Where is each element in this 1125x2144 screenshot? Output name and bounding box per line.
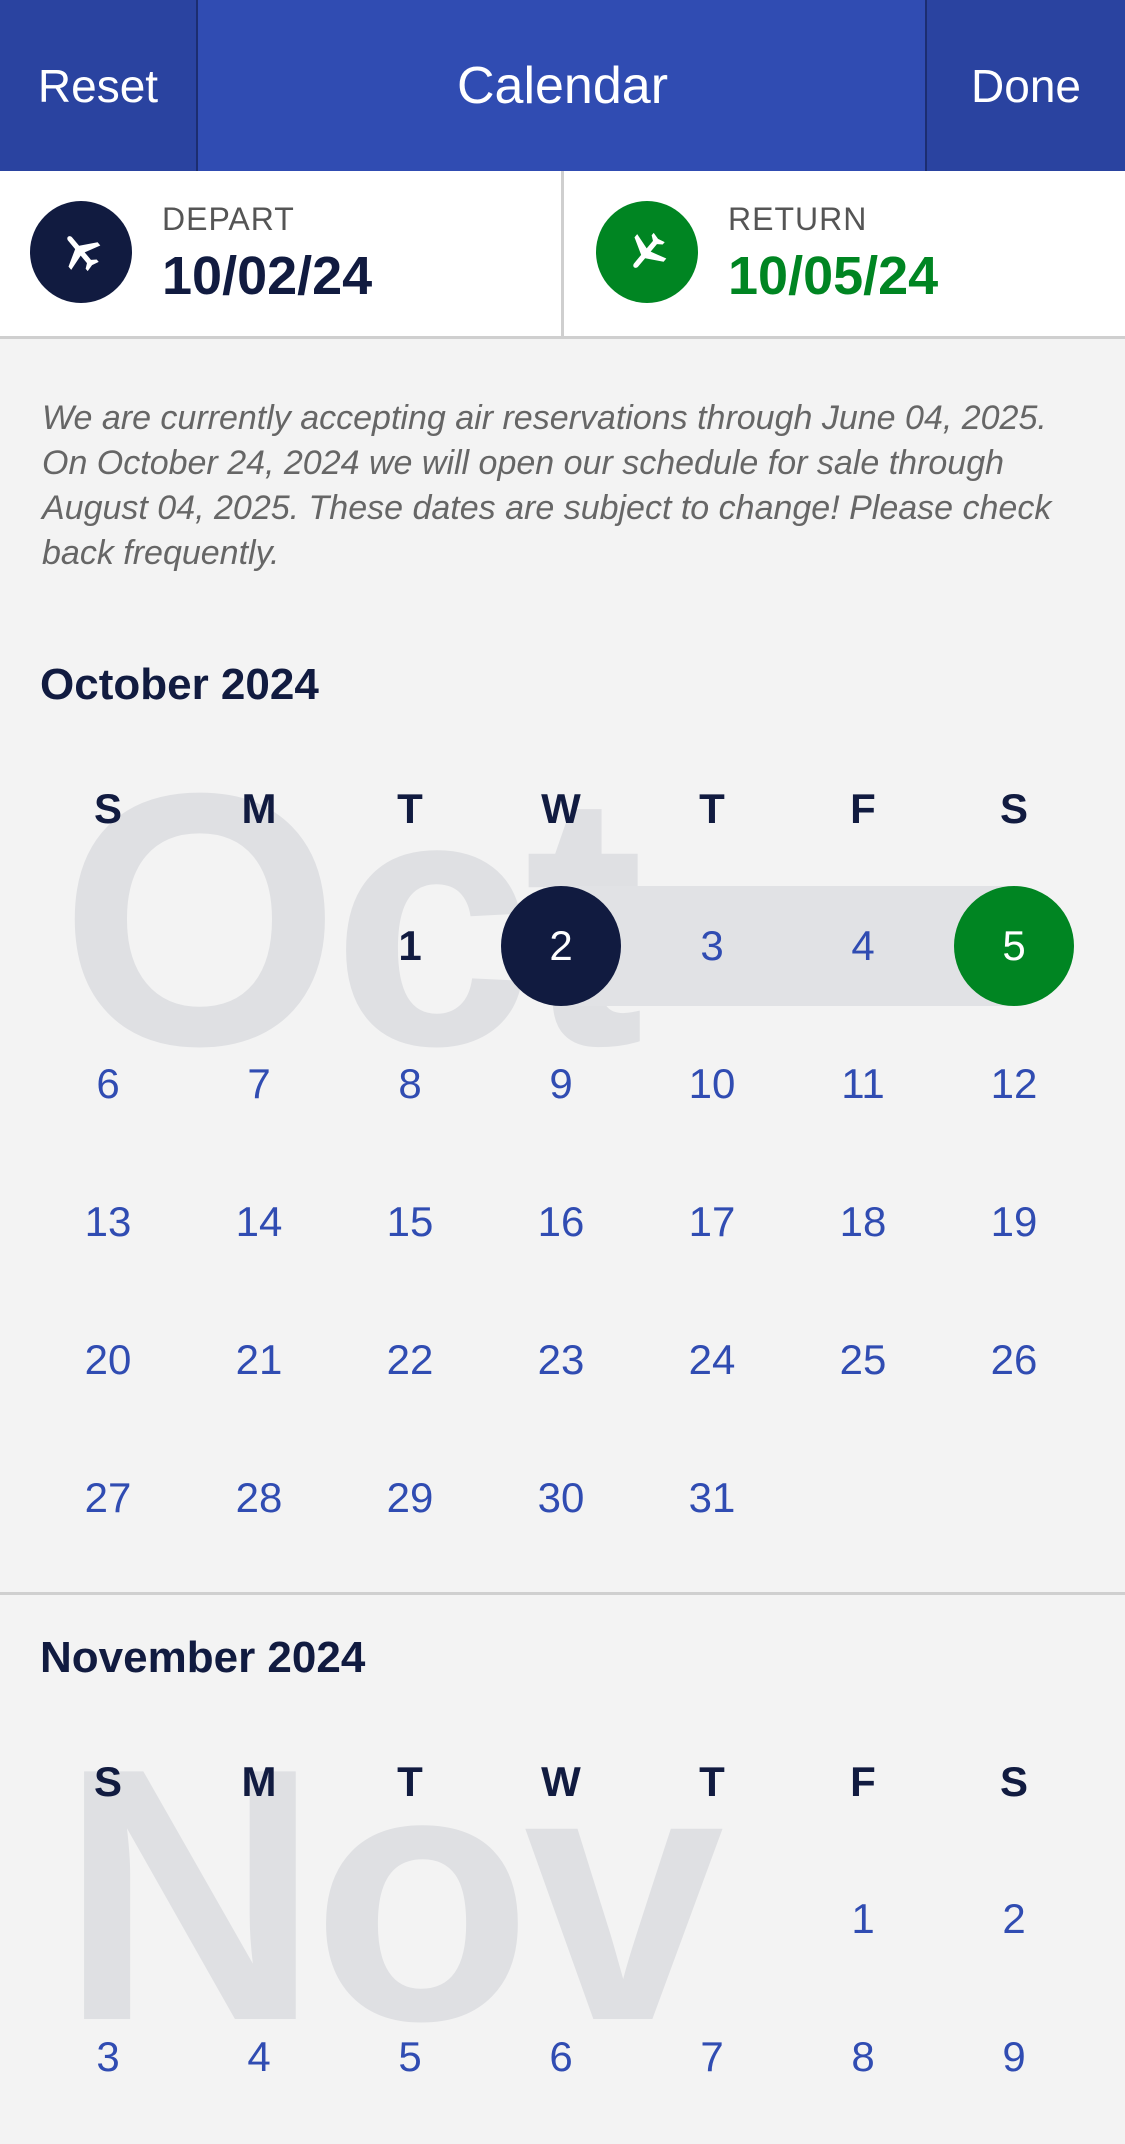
calendar-day[interactable]: 11 [788,1024,938,1144]
weekday-label: W [541,1758,581,1805]
calendar-day[interactable]: 17 [637,1162,787,1282]
calendar-day-return-selected[interactable]: 5 [939,886,1089,1006]
calendar-day[interactable]: 14 [184,1162,334,1282]
calendar-day[interactable]: 23 [486,1300,636,1420]
weekday-label: S [999,1758,1028,1805]
calendar-day[interactable]: 25 [788,1300,938,1420]
month-title-october: October 2024 [40,660,319,709]
calendar-day[interactable]: 3 [33,1997,183,2117]
top-bar: Reset Calendar Done [0,0,1125,171]
airplane-icon [596,201,698,303]
calendar-day[interactable]: 13 [33,1162,183,1282]
calendar-day[interactable]: 1 [788,1859,938,1979]
done-button[interactable]: Done [925,0,1125,171]
return-date-value: 10/05/24 [728,246,939,306]
month-divider [0,1592,1125,1595]
depart-date-value: 10/02/24 [162,246,373,306]
calendar-day[interactable]: 18 [788,1162,938,1282]
calendar-day[interactable]: 31 [637,1438,787,1558]
calendar-day[interactable]: 19 [939,1162,1089,1282]
calendar-day[interactable]: 22 [335,1300,485,1420]
calendar-day[interactable]: 20 [33,1300,183,1420]
calendar-day[interactable]: 6 [486,1997,636,2117]
calendar-day[interactable]: 4 [184,1997,334,2117]
weekday-label: S [999,785,1028,832]
airplane-icon [30,201,132,303]
weekday-label: S [93,1758,122,1805]
calendar-day[interactable]: 26 [939,1300,1089,1420]
weekday-label: T [397,1758,423,1805]
calendar-day-unavailable: 1 [398,922,422,969]
weekday-label: W [541,785,581,832]
calendar-day[interactable]: 2 [939,1859,1089,1979]
calendar-day[interactable]: 9 [939,1997,1089,2117]
trip-dates-bar: DEPART 10/02/24 RETURN 10/05/24 [0,171,1125,339]
weekday-label: T [699,785,725,832]
weekday-label: S [93,785,122,832]
depart-airplane-icon [67,236,101,272]
weekday-label: T [397,785,423,832]
weekday-label: M [241,1758,277,1805]
weekday-label: M [241,785,277,832]
return-airplane-icon [633,232,667,268]
calendar-day-depart-selected[interactable]: 2 [486,886,636,1006]
calendar-day[interactable]: 9 [486,1024,636,1144]
weekday-label: F [850,785,876,832]
calendar-day[interactable]: 16 [486,1162,636,1282]
schedule-notice: We are currently accepting air reservati… [42,399,1052,572]
page-title: Calendar [456,56,669,115]
calendar-day[interactable]: 21 [184,1300,334,1420]
weekday-label: F [850,1758,876,1805]
calendar-day[interactable]: 8 [335,1024,485,1144]
calendar-day[interactable]: 27 [33,1438,183,1558]
calendar-day[interactable]: 7 [637,1997,787,2117]
depart-label: DEPART [162,201,295,237]
calendar-day[interactable]: 6 [33,1024,183,1144]
return-label: RETURN [728,201,868,237]
return-date-selector[interactable]: RETURN 10/05/24 [566,171,1125,336]
calendar-day[interactable]: 15 [335,1162,485,1282]
reset-button[interactable]: Reset [0,0,198,171]
calendar-day[interactable]: 24 [637,1300,787,1420]
calendar-day[interactable]: 12 [939,1024,1089,1144]
depart-date-selector[interactable]: DEPART 10/02/24 [0,171,564,336]
calendar-day[interactable]: 10 [637,1024,787,1144]
month-title-november: November 2024 [40,1633,366,1682]
calendar-day[interactable]: 4 [788,886,938,1006]
calendar-day[interactable]: 7 [184,1024,334,1144]
calendar-day[interactable]: 3 [637,886,787,1006]
weekday-label: T [699,1758,725,1805]
calendar-day[interactable]: 29 [335,1438,485,1558]
calendar-day[interactable]: 5 [335,1997,485,2117]
calendar-day[interactable]: 30 [486,1438,636,1558]
calendar-day[interactable]: 28 [184,1438,334,1558]
calendar-day[interactable]: 8 [788,1997,938,2117]
